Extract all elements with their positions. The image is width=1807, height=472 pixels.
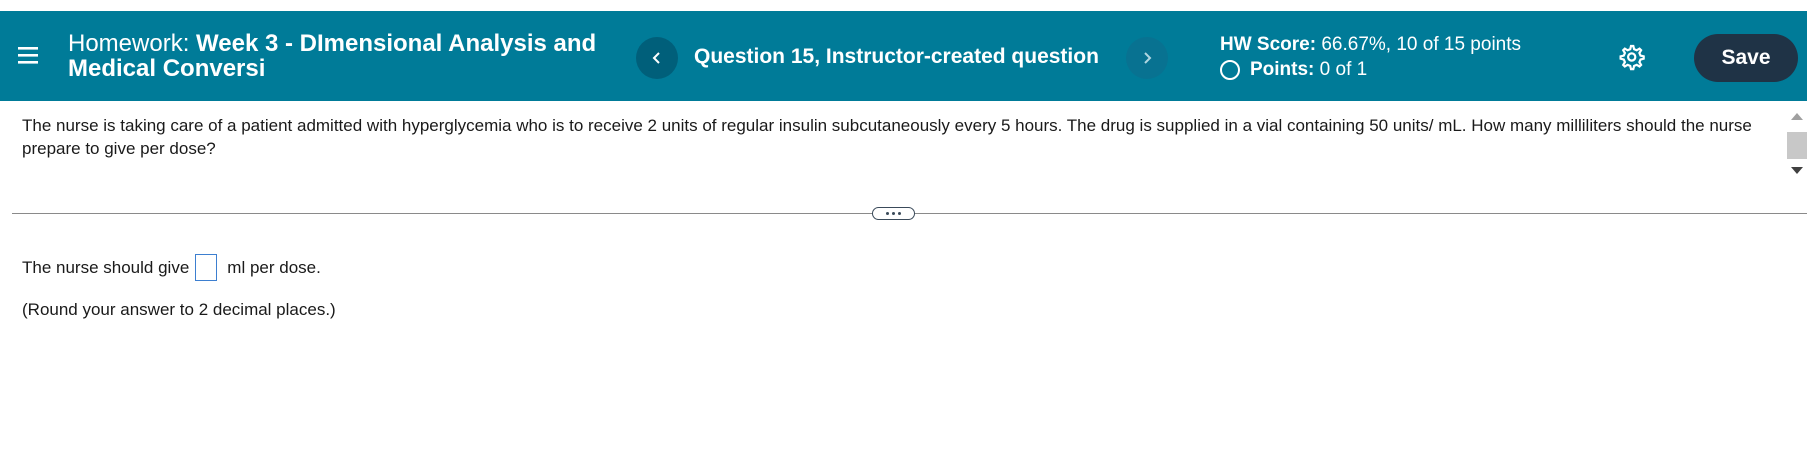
status-circle-icon xyxy=(1220,60,1240,80)
answer-suffix-text: ml per dose. xyxy=(227,257,321,277)
points-line: Points: 0 of 1 xyxy=(1220,58,1521,82)
assignment-title: Homework: Week 3 - DImensional Analysis … xyxy=(68,31,628,81)
handle-dot xyxy=(886,212,889,215)
top-strip xyxy=(0,0,1807,11)
hw-score-value: 66.67%, 10 of 15 points xyxy=(1321,34,1522,55)
gear-icon xyxy=(1619,44,1645,71)
settings-button[interactable] xyxy=(1616,42,1646,72)
answer-input[interactable] xyxy=(195,254,218,281)
title-prefix: Homework: xyxy=(68,30,190,57)
question-text: The nurse is taking care of a patient ad… xyxy=(22,116,1752,158)
hw-score-label: HW Score: xyxy=(1220,34,1317,55)
hw-score: HW Score: 66.67%, 10 of 15 points xyxy=(1220,33,1521,57)
score-block: HW Score: 66.67%, 10 of 15 points Points… xyxy=(1220,33,1521,82)
question-scrollbar[interactable] xyxy=(1786,108,1807,184)
save-button[interactable]: Save xyxy=(1694,34,1798,82)
chevron-right-icon xyxy=(1144,52,1152,64)
previous-question-button[interactable] xyxy=(636,37,678,79)
menu-button[interactable] xyxy=(14,41,44,71)
hamburger-menu-icon xyxy=(18,47,38,64)
chevron-left-icon xyxy=(652,52,660,64)
points-value: 0 of 1 xyxy=(1319,59,1368,80)
answer-line: The nurse should give ml per dose. xyxy=(22,254,321,281)
answer-prefix-text: The nurse should give xyxy=(22,257,190,277)
scroll-thumb[interactable] xyxy=(1787,132,1807,159)
pane-resize-handle[interactable] xyxy=(872,207,915,220)
rounding-instruction: (Round your answer to 2 decimal places.) xyxy=(22,300,336,319)
question-title: Question 15, Instructor-created question xyxy=(694,45,1099,68)
scroll-down-arrow-icon[interactable] xyxy=(1791,167,1803,174)
assignment-header: Homework: Week 3 - DImensional Analysis … xyxy=(0,11,1807,101)
handle-dot xyxy=(892,212,895,215)
points-label: Points: xyxy=(1250,59,1315,80)
handle-dot xyxy=(898,212,901,215)
next-question-button[interactable] xyxy=(1126,37,1168,79)
scroll-up-arrow-icon[interactable] xyxy=(1791,113,1803,120)
